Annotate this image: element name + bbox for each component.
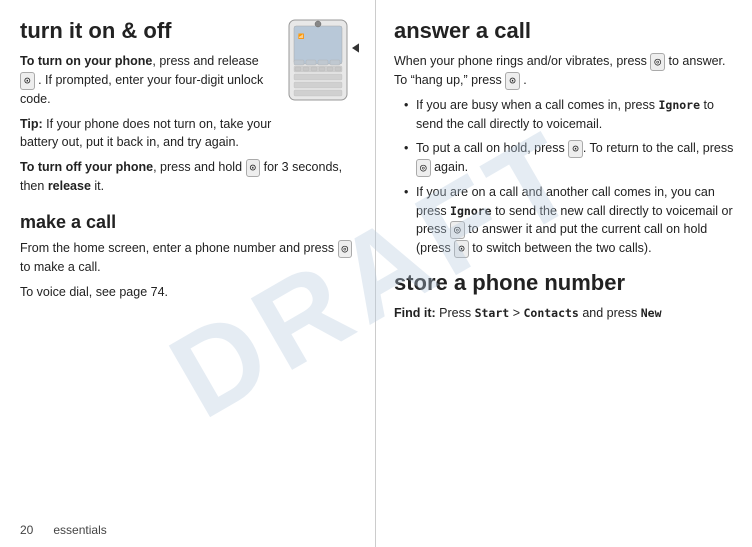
find-it-text2: and press [582, 306, 640, 320]
find-it-sep: > [513, 306, 524, 320]
voice-dial-paragraph: To voice dial, see page 74. [20, 283, 359, 302]
left-column: 📶 turn it on & off To turn on your phone… [0, 0, 376, 547]
power-key-off: ⊙ [246, 159, 261, 176]
find-it-paragraph: Find it: Press Start > Contacts and pres… [394, 304, 736, 323]
find-it-start-code: Start [475, 306, 510, 320]
bullet3-key2: ⊙ [454, 240, 469, 257]
answer-text2: . [523, 73, 526, 87]
release-label: release [48, 179, 91, 193]
bullet3-ignore-code: Ignore [450, 204, 492, 218]
section2-title: make a call [20, 212, 359, 234]
make-call-text: From the home screen, enter a phone numb… [20, 241, 334, 255]
tip-text: If your phone does not turn on, take you… [20, 117, 271, 150]
page-number: 20 [20, 523, 33, 537]
bullet2-key1: ⊙ [568, 140, 583, 157]
turn-on-label: To turn on your phone [20, 54, 152, 68]
bullet-item-2: To put a call on hold, press ⊙. To retur… [404, 139, 736, 177]
find-it-label: Find it: [394, 306, 436, 320]
bullet2-key2: ◎ [416, 159, 431, 176]
answer-intro-paragraph: When your phone rings and/or vibrates, p… [394, 52, 736, 90]
answer-key1: ◎ [650, 53, 665, 70]
bullet-item-3: If you are on a call and another call co… [404, 183, 736, 258]
bullet2-text-mid: . To return to the call, press [583, 141, 734, 155]
find-it-text: Press [439, 306, 474, 320]
answer-intro-text: When your phone rings and/or vibrates, p… [394, 54, 647, 68]
answer-key2: ⊙ [505, 72, 520, 89]
make-call-text2: to make a call. [20, 260, 101, 274]
answer-section-title: answer a call [394, 18, 736, 44]
turn-off-text3: it. [91, 179, 104, 193]
page-label: essentials [53, 523, 106, 537]
turn-off-label: To turn off your phone [20, 160, 153, 174]
answer-bullet-list: If you are busy when a call comes in, pr… [404, 96, 736, 258]
right-column: answer a call When your phone rings and/… [376, 0, 752, 547]
call-key: ◎ [338, 240, 353, 257]
turn-on-text2: . If prompted, enter your four-digit unl… [20, 73, 263, 106]
turn-on-text1: , press and release [152, 54, 258, 68]
make-call-paragraph: From the home screen, enter a phone numb… [20, 239, 359, 277]
find-it-new-code: New [641, 306, 662, 320]
store-section-title: store a phone number [394, 270, 736, 296]
bullet2-text-before: To put a call on hold, press [416, 141, 568, 155]
bullet3-text4: to switch between the two calls). [469, 241, 652, 255]
page-number-area: 20 essentials [20, 523, 107, 537]
power-key-on: ⊙ [20, 72, 35, 89]
turn-off-text: , press and hold [153, 160, 242, 174]
page: 📶 turn it on & off To turn on your phone… [0, 0, 752, 547]
svg-text:📶: 📶 [298, 33, 304, 40]
tip-paragraph: Tip: If your phone does not turn on, tak… [20, 115, 359, 153]
bullet1-ignore-code: Ignore [658, 98, 700, 112]
phone-image: 📶 [284, 18, 359, 109]
store-section: store a phone number Find it: Press Star… [394, 270, 736, 323]
find-it-contacts-code: Contacts [523, 306, 578, 320]
turn-off-paragraph: To turn off your phone, press and hold ⊙… [20, 158, 359, 196]
bullet3-key1: ◎ [450, 221, 465, 238]
bullet-item-1: If you are busy when a call comes in, pr… [404, 96, 736, 134]
bullet2-text-after: again. [431, 160, 469, 174]
tip-label: Tip: [20, 117, 43, 131]
bullet1-text-before: If you are busy when a call comes in, pr… [416, 98, 658, 112]
